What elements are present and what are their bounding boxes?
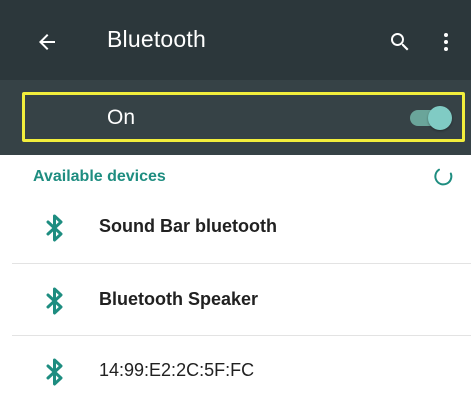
- back-button[interactable]: [22, 20, 72, 64]
- more-vert-icon: [444, 33, 448, 51]
- device-row[interactable]: 14:99:E2:2C:5F:FC: [0, 336, 471, 408]
- more-options-button[interactable]: [428, 22, 464, 62]
- search-icon: [391, 33, 409, 51]
- bluetooth-icon: [46, 287, 63, 315]
- page-title: Bluetooth: [107, 26, 206, 52]
- switch-label: On: [107, 106, 136, 129]
- search-button[interactable]: [380, 22, 420, 62]
- toggle-thumb[interactable]: [428, 106, 452, 130]
- device-name: Bluetooth Speaker: [99, 289, 259, 309]
- available-devices-header: Available devices: [33, 168, 166, 185]
- bluetooth-toggle[interactable]: [410, 104, 454, 132]
- progress-spinner-icon: [434, 168, 453, 186]
- device-name: Sound Bar bluetooth: [99, 216, 277, 236]
- arrow-back-icon: [39, 34, 55, 50]
- device-row[interactable]: Bluetooth Speaker: [0, 265, 471, 337]
- bluetooth-icon: [46, 358, 63, 386]
- device-name: 14:99:E2:2C:5F:FC: [99, 360, 255, 380]
- switch-highlight-box: [22, 92, 465, 142]
- divider: [12, 263, 471, 264]
- device-row[interactable]: Sound Bar bluetooth: [0, 192, 471, 264]
- bluetooth-icon: [46, 214, 63, 242]
